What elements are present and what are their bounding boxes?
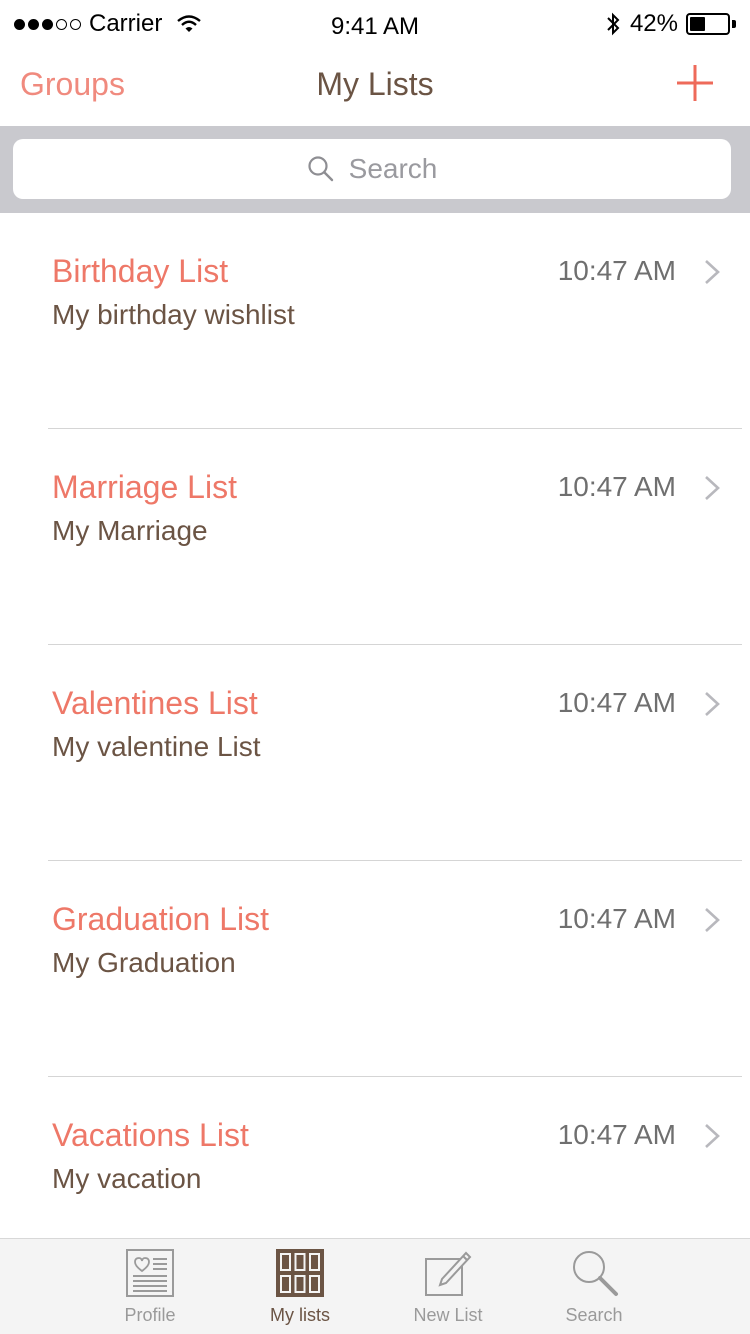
chevron-right-icon <box>705 908 720 932</box>
tab-label: Search <box>565 1305 623 1325</box>
list-item[interactable]: Graduation List My Graduation 10:47 AM <box>0 861 750 1077</box>
list-item[interactable]: Birthday List My birthday wishlist 10:47… <box>0 213 750 429</box>
bluetooth-icon <box>607 12 620 36</box>
status-bar: Carrier 9:41 AM 42% <box>0 0 750 50</box>
list-item-title: Graduation List <box>52 901 270 937</box>
tab-label: New List <box>413 1305 483 1325</box>
tab-profile[interactable]: Profile <box>90 1247 210 1326</box>
list-item-subtitle: My valentine List <box>52 731 261 762</box>
list-item-subtitle: My Marriage <box>52 515 208 546</box>
chevron-right-icon <box>705 260 720 284</box>
list-item-time: 10:47 AM <box>557 903 676 934</box>
list-item-title: Marriage List <box>52 469 237 505</box>
search-icon <box>573 1251 618 1296</box>
tab-bar: Profile My lists New List Search <box>0 1238 750 1334</box>
search-input[interactable]: Search <box>13 139 731 199</box>
chevron-right-icon <box>705 1124 720 1148</box>
grid-icon <box>276 1249 324 1297</box>
list-item-time: 10:47 AM <box>557 471 676 502</box>
navigation-bar: Groups My Lists <box>0 50 750 126</box>
list-item-time: 10:47 AM <box>557 687 676 718</box>
list-item[interactable]: Marriage List My Marriage 10:47 AM <box>0 429 750 645</box>
tab-new-list[interactable]: New List <box>388 1247 508 1326</box>
profile-icon <box>126 1249 174 1297</box>
tab-label: Profile <box>124 1305 176 1325</box>
list-item-time: 10:47 AM <box>557 255 676 286</box>
list-item-subtitle: My birthday wishlist <box>52 299 295 330</box>
plus-icon[interactable] <box>676 64 714 102</box>
battery-icon <box>686 13 736 35</box>
list-item[interactable]: Valentines List My valentine List 10:47 … <box>0 645 750 861</box>
page-title: My Lists <box>316 66 434 102</box>
list-item-title: Birthday List <box>52 253 229 289</box>
status-right: 42% <box>604 10 736 38</box>
list-item-subtitle: My vacation <box>52 1163 202 1194</box>
list-item-time: 10:47 AM <box>557 1119 676 1150</box>
search-icon <box>308 156 333 182</box>
edit-icon <box>425 1251 472 1296</box>
list-item-subtitle: My Graduation <box>52 947 236 978</box>
tab-label: My lists <box>270 1305 330 1325</box>
list-item-title: Vacations List <box>52 1117 249 1153</box>
tab-search[interactable]: Search <box>534 1247 654 1326</box>
lists-table: Birthday List My birthday wishlist 10:47… <box>0 213 750 1293</box>
list-item-title: Valentines List <box>52 685 258 721</box>
chevron-right-icon <box>705 476 720 500</box>
search-bar-container: Search <box>0 126 750 213</box>
search-placeholder: Search <box>348 153 438 184</box>
battery-percent: 42% <box>629 10 678 37</box>
chevron-right-icon <box>705 692 720 716</box>
tab-my-lists[interactable]: My lists <box>240 1247 360 1326</box>
